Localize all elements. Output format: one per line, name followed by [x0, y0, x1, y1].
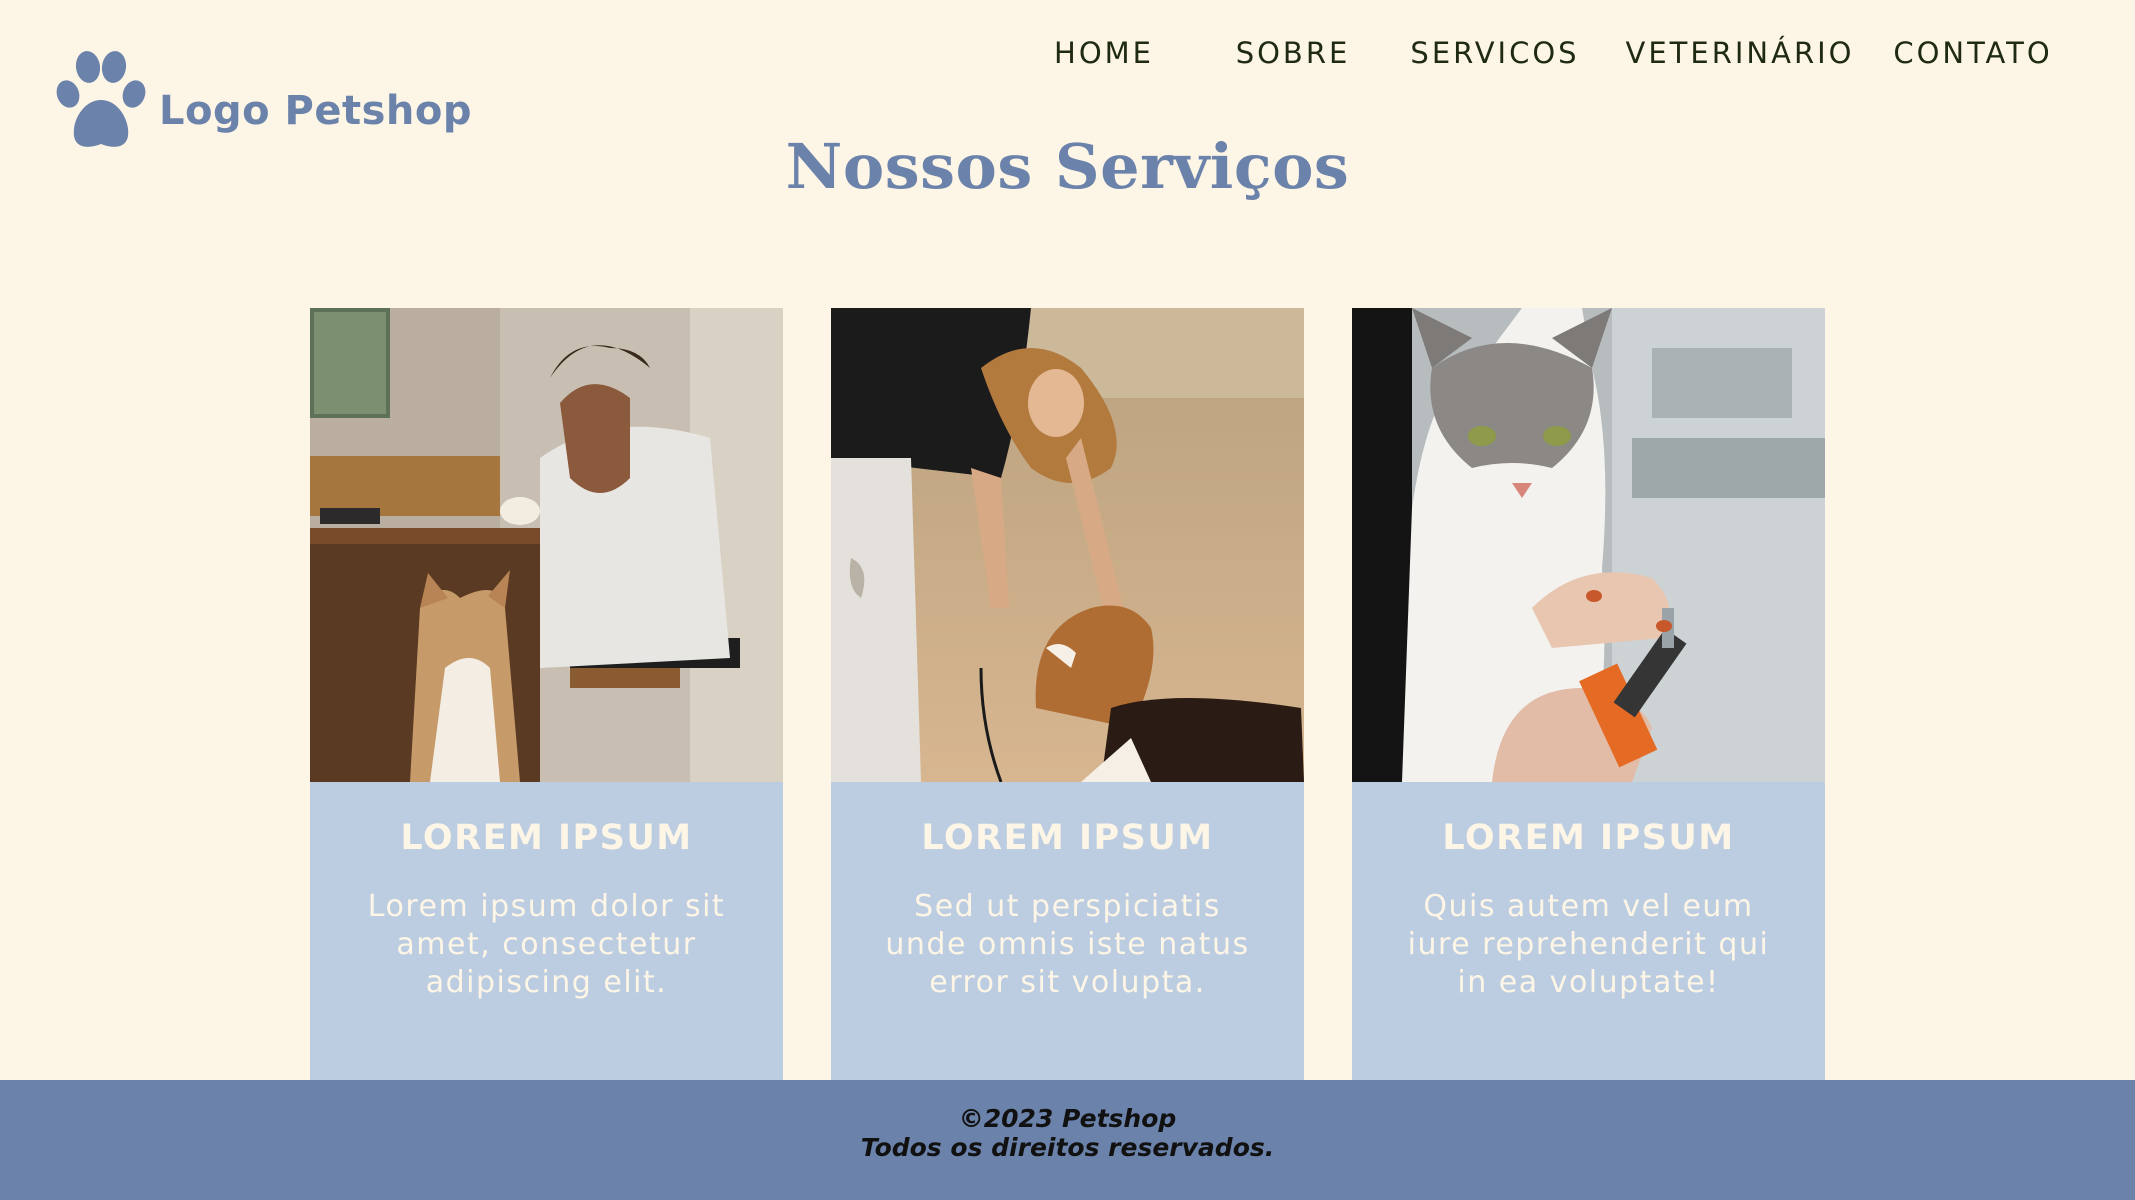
service-image — [831, 308, 1304, 782]
page-title: Nossos Serviços — [785, 130, 1350, 203]
service-image — [1352, 308, 1825, 782]
footer-copyright: ©2023 Petshop — [958, 1104, 1177, 1133]
site-header: Logo Petshop HOME SOBRE SERVICOS VETERIN… — [0, 0, 2135, 150]
service-image — [310, 308, 783, 782]
site-footer: ©2023 Petshop Todos os direitos reservad… — [0, 1080, 2135, 1200]
service-card: LOREM IPSUM Sed ut perspiciatis unde omn… — [831, 308, 1304, 1080]
card-text: Sed ut perspiciatis unde omnis iste natu… — [885, 889, 1250, 1000]
nav-item-contato[interactable]: CONTATO — [1893, 30, 2052, 76]
card-title: LOREM IPSUM — [921, 818, 1214, 858]
logo-text: Logo Petshop — [159, 87, 472, 134]
service-card: LOREM IPSUM Lorem ipsum dolor sit amet, … — [310, 308, 783, 1080]
nav-item-veterinario[interactable]: VETERINÁRIO — [1626, 30, 1855, 76]
card-title: LOREM IPSUM — [400, 818, 693, 858]
main-nav: HOME SOBRE SERVICOS VETERINÁRIO CONTATO — [0, 30, 2135, 76]
nav-item-home[interactable]: HOME — [1054, 30, 1154, 76]
card-text: Lorem ipsum dolor sit amet, consectetur … — [367, 889, 726, 1000]
footer-rights: Todos os direitos reservados. — [860, 1133, 1275, 1162]
nav-item-sobre[interactable]: SOBRE — [1236, 30, 1351, 76]
card-title: LOREM IPSUM — [1442, 818, 1735, 858]
nav-item-servicos[interactable]: SERVICOS — [1410, 30, 1579, 76]
service-card: LOREM IPSUM Quis autem vel eum iure repr… — [1352, 308, 1825, 1080]
card-text: Quis autem vel eum iure reprehenderit qu… — [1407, 889, 1770, 1000]
